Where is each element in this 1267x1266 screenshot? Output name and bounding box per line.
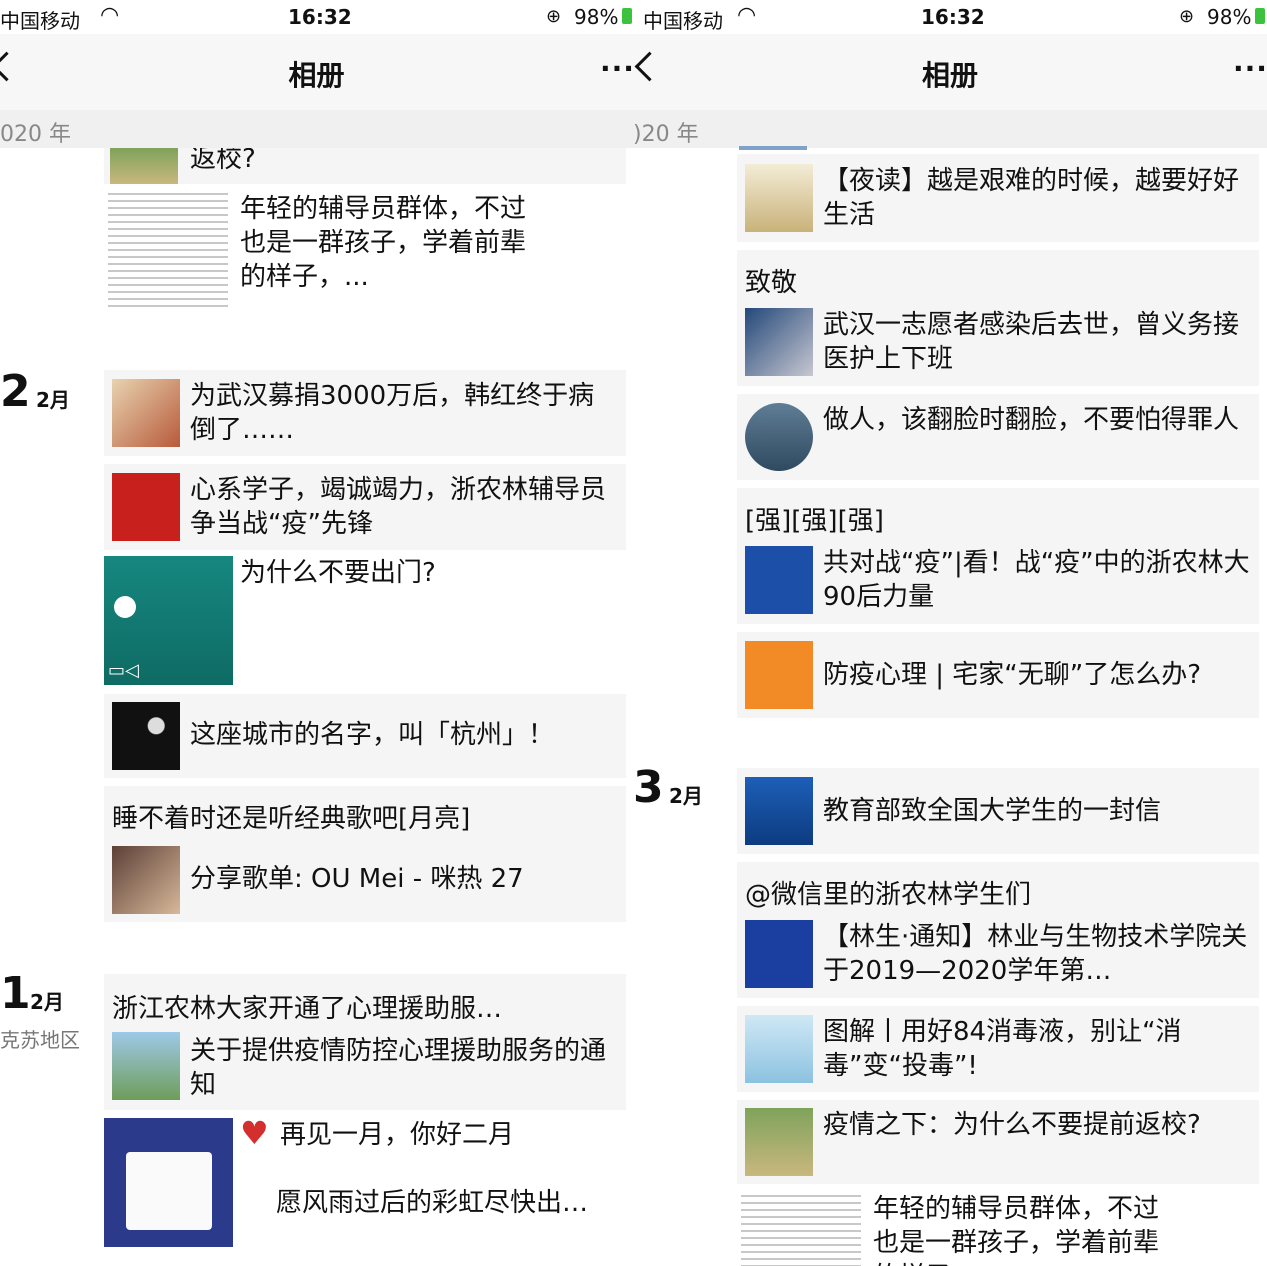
date-day: 2 <box>0 366 31 417</box>
album-cover <box>112 846 180 914</box>
battery-icon <box>1255 8 1265 24</box>
article-card[interactable]: 心系学子，竭诚竭力，浙农林辅导员争当战“疫”先锋 <box>104 464 626 550</box>
post-excerpt: 年轻的辅导员群体，不过也是一群孩子，学着前辈的样子，... <box>873 1194 1160 1266</box>
wifi-icon: ◠ <box>737 3 757 28</box>
article-thumbnail <box>110 148 178 184</box>
left-screenshot: 中国移动 ◠ 16:32 ⊕ 98% 相册 ··· 020 年 返校? 年轻的辅… <box>0 0 633 1266</box>
article-title: 做人，该翻脸时翻脸，不要怕得罪人 <box>823 405 1240 435</box>
article-share-card[interactable]: 浙江农林大家开通了心理援助服… 关于提供疫情防控心理援助服务的通知 <box>104 974 626 1110</box>
date-day: 3 <box>633 762 664 813</box>
article-title: 武汉一志愿者感染后去世，曾义务接医护上下班 <box>823 310 1240 374</box>
article-card[interactable]: 【夜读】越是艰难的时候，越要好好生活 <box>737 154 1259 242</box>
more-icon[interactable]: ··· <box>600 52 633 85</box>
date-month: 2月 <box>669 784 703 808</box>
date-day: 1 <box>0 968 31 1019</box>
article-thumbnail <box>745 641 813 709</box>
status-bar: 中国移动 ◠ 16:32 ⊕ 98% <box>0 0 633 34</box>
rotation-lock-icon: ⊕ <box>546 6 562 27</box>
text-image-thumbnail <box>108 188 228 312</box>
article-title: 【林生·通知】林业与生物技术学院关于2019—2020学年第… <box>823 922 1248 986</box>
rotation-lock-icon: ⊕ <box>1179 6 1195 27</box>
article-title: 【夜读】越是艰难的时候，越要好好生活 <box>823 166 1240 230</box>
nav-bar: 相册 ··· <box>0 34 633 110</box>
share-comment: 致敬 <box>745 268 798 298</box>
article-share-card[interactable]: 致敬 武汉一志愿者感染后去世，曾义务接医护上下班 <box>737 250 1259 386</box>
article-card[interactable]: 返校? <box>104 148 626 184</box>
article-thumbnail <box>112 1032 180 1100</box>
article-thumbnail <box>739 146 807 150</box>
article-title: 返校? <box>190 148 256 174</box>
share-comment: 浙江农林大家开通了心理援助服… <box>112 994 503 1024</box>
article-share-card[interactable]: @微信里的浙农林学生们 【林生·通知】林业与生物技术学院关于2019—2020学… <box>737 862 1259 998</box>
image-thumbnail[interactable] <box>104 1118 233 1247</box>
article-title: 关于提供疫情防控心理援助服务的通知 <box>190 1036 607 1100</box>
article-card[interactable]: 为武汉募捐3000万后，韩红终于病倒了…… <box>104 370 626 456</box>
battery-label: 98% <box>1207 5 1252 29</box>
video-thumbnail[interactable]: ▭◁ <box>104 556 233 685</box>
page-title: 相册 <box>921 59 978 92</box>
time-label: 16:32 <box>288 5 352 29</box>
post-text: 再见一月，你好二月 <box>280 1120 515 1150</box>
share-comment: 睡不着时还是听经典歌吧[月亮] <box>112 804 471 834</box>
article-title: 教育部致全国大学生的一封信 <box>823 796 1162 826</box>
share-comment: [强][强][强] <box>745 506 884 536</box>
year-label: )20 年 <box>633 122 699 147</box>
battery-icon <box>622 8 632 24</box>
year-header: 020 年 <box>0 110 633 148</box>
year-header: )20 年 <box>633 110 1267 148</box>
heart-icon: ♥ <box>240 1114 269 1152</box>
article-title: 图解丨用好84消毒液，别让“消毒”变“投毒”! <box>823 1017 1182 1081</box>
nav-bar: 相册 ··· <box>633 34 1267 110</box>
text-image-thumbnail <box>741 1190 861 1266</box>
music-share-card[interactable]: 睡不着时还是听经典歌吧[月亮] 分享歌单: OU Mei - 咪热 27 <box>104 786 626 922</box>
article-thumbnail <box>745 1015 813 1083</box>
article-thumbnail <box>745 403 813 471</box>
article-card[interactable]: 做人，该翻脸时翻脸，不要怕得罪人 <box>737 394 1259 480</box>
article-thumbnail <box>745 546 813 614</box>
location-label: 克苏地区 <box>0 1028 80 1052</box>
date-month: 2月 <box>36 388 70 412</box>
date-month: 2月 <box>30 990 64 1014</box>
article-title: 防疫心理 | 宅家“无聊”了怎么办? <box>823 660 1202 690</box>
battery-label: 98% <box>574 5 619 29</box>
post-text: 愿风雨过后的彩虹尽快出… <box>276 1188 589 1218</box>
clock-icon <box>114 596 136 618</box>
article-title: 疫情之下：为什么不要提前返校? <box>823 1110 1201 1140</box>
article-card[interactable]: 防疫心理 | 宅家“无聊”了怎么办? <box>737 632 1259 718</box>
article-thumbnail <box>112 702 180 770</box>
article-title: 这座城市的名字，叫「杭州」！ <box>190 720 555 750</box>
carrier-label: 中国移动 <box>0 9 80 33</box>
article-card[interactable]: 疫情之下：为什么不要提前返校? <box>737 1100 1259 1184</box>
article-share-card[interactable]: [强][强][强] 共对战“疫”|看！战“疫”中的浙农林大90后力量 <box>737 488 1259 624</box>
article-thumbnail <box>745 308 813 376</box>
status-bar: 中国移动 ◠ 16:32 ⊕ 98% <box>633 0 1267 34</box>
card-picture <box>126 1152 212 1230</box>
post-text: 为什么不要出门? <box>240 558 436 588</box>
article-card[interactable]: 图解丨用好84消毒液，别让“消毒”变“投毒”! <box>737 1006 1259 1092</box>
more-icon[interactable]: ··· <box>1233 52 1267 85</box>
article-thumbnail <box>745 164 813 232</box>
article-thumbnail <box>745 1108 813 1176</box>
article-title: 心系学子，竭诚竭力，浙农林辅导员争当战“疫”先锋 <box>190 475 607 539</box>
year-label: 020 年 <box>0 122 71 147</box>
video-icon: ▭◁ <box>108 660 139 681</box>
article-card[interactable]: 这座城市的名字，叫「杭州」！ <box>104 694 626 778</box>
right-screenshot: 中国移动 ◠ 16:32 ⊕ 98% 相册 ··· )20 年 【夜读】越是艰难… <box>633 0 1267 1266</box>
share-comment: @微信里的浙农林学生们 <box>745 880 1032 910</box>
article-thumbnail <box>112 473 180 541</box>
article-thumbnail <box>745 777 813 845</box>
article-thumbnail <box>745 920 813 988</box>
time-label: 16:32 <box>921 5 985 29</box>
carrier-label: 中国移动 <box>643 9 723 33</box>
page-title: 相册 <box>288 59 345 92</box>
article-card[interactable]: 教育部致全国大学生的一封信 <box>737 768 1259 854</box>
article-title: 为武汉募捐3000万后，韩红终于病倒了…… <box>190 381 595 445</box>
music-title: 分享歌单: OU Mei - 咪热 27 <box>190 864 524 894</box>
wifi-icon: ◠ <box>100 3 120 28</box>
article-thumbnail <box>112 379 180 447</box>
article-title: 共对战“疫”|看！战“疫”中的浙农林大90后力量 <box>823 548 1250 612</box>
post-excerpt: 年轻的辅导员群体，不过也是一群孩子，学着前辈的样子，... <box>240 194 527 292</box>
